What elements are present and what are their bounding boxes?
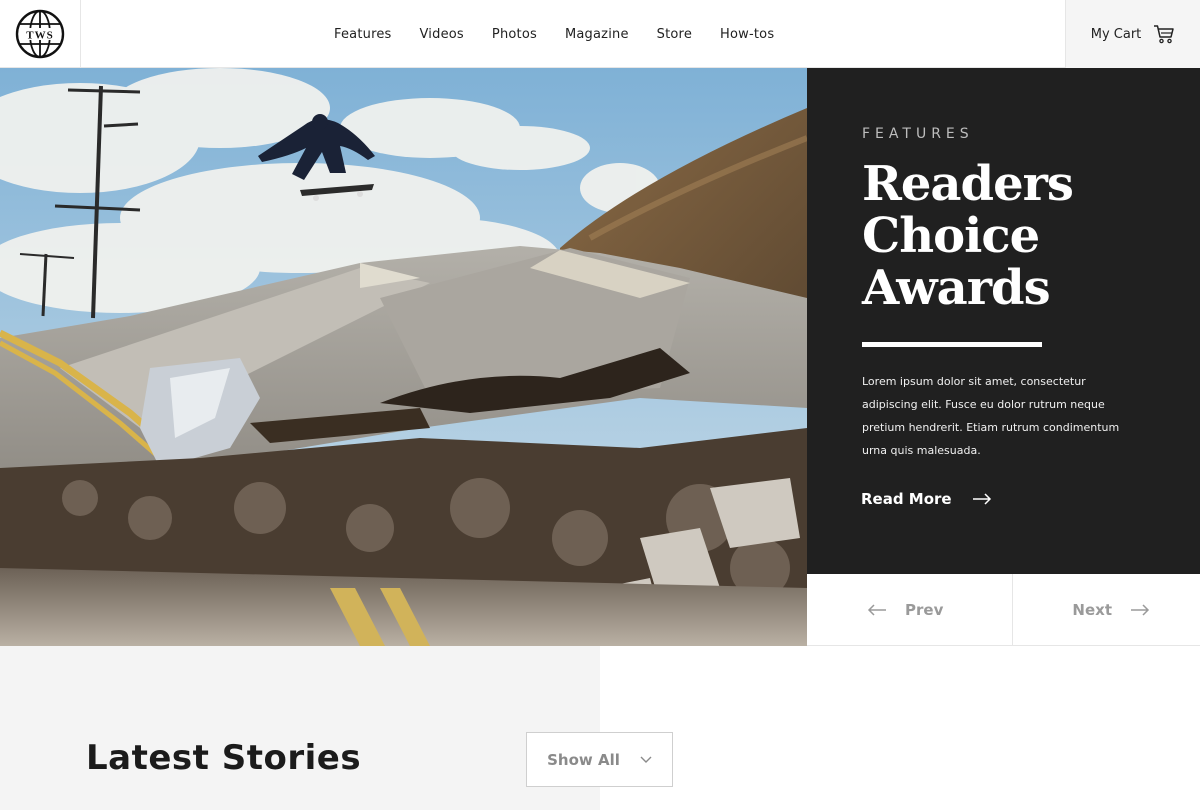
feature-panel: FEATURES Readers Choice Awards Lorem ips… <box>807 68 1200 574</box>
latest-stories-heading: Latest Stories <box>86 738 362 778</box>
globe-logo-icon: TWS <box>15 9 65 59</box>
read-more-link[interactable]: Read More <box>861 490 992 508</box>
next-button[interactable]: Next <box>1013 574 1200 646</box>
nav-how-tos[interactable]: How-tos <box>720 27 774 42</box>
read-more-label: Read More <box>861 490 952 508</box>
nav-magazine[interactable]: Magazine <box>565 27 629 42</box>
feature-body: Lorem ipsum dolor sit amet, consectetur … <box>862 375 1120 457</box>
nav-features[interactable]: Features <box>334 27 392 42</box>
logo-text: TWS <box>26 30 53 42</box>
cart-icon <box>1154 25 1175 44</box>
next-label: Next <box>1072 601 1112 619</box>
nav-videos[interactable]: Videos <box>420 27 464 42</box>
prev-button[interactable]: Prev <box>807 574 1013 646</box>
show-all-label: Show All <box>547 750 620 769</box>
feature-title[interactable]: Readers Choice Awards <box>862 158 1162 314</box>
cart-label: My Cart <box>1090 26 1142 42</box>
title-divider <box>862 342 1042 347</box>
nav-store[interactable]: Store <box>657 27 692 42</box>
chevron-down-icon <box>640 756 652 763</box>
hero-image <box>0 68 807 646</box>
cart-button[interactable]: My Cart <box>1065 0 1200 68</box>
show-all-dropdown[interactable]: Show All <box>526 732 673 787</box>
arrow-left-icon <box>867 604 886 616</box>
stories-section-bg-right <box>600 646 1200 810</box>
main-nav: Features Videos Photos Magazine Store Ho… <box>320 0 788 68</box>
logo-link[interactable]: TWS <box>0 0 81 68</box>
feature-eyebrow: FEATURES <box>862 126 974 142</box>
site-header: TWS Features Videos Photos Magazine Stor… <box>0 0 1200 68</box>
arrow-right-icon <box>972 493 991 505</box>
prev-label: Prev <box>905 601 944 619</box>
stories-section-bg <box>0 646 600 810</box>
slider-pager: Prev Next <box>807 574 1200 646</box>
arrow-right-icon <box>1131 604 1150 616</box>
nav-photos[interactable]: Photos <box>492 27 537 42</box>
